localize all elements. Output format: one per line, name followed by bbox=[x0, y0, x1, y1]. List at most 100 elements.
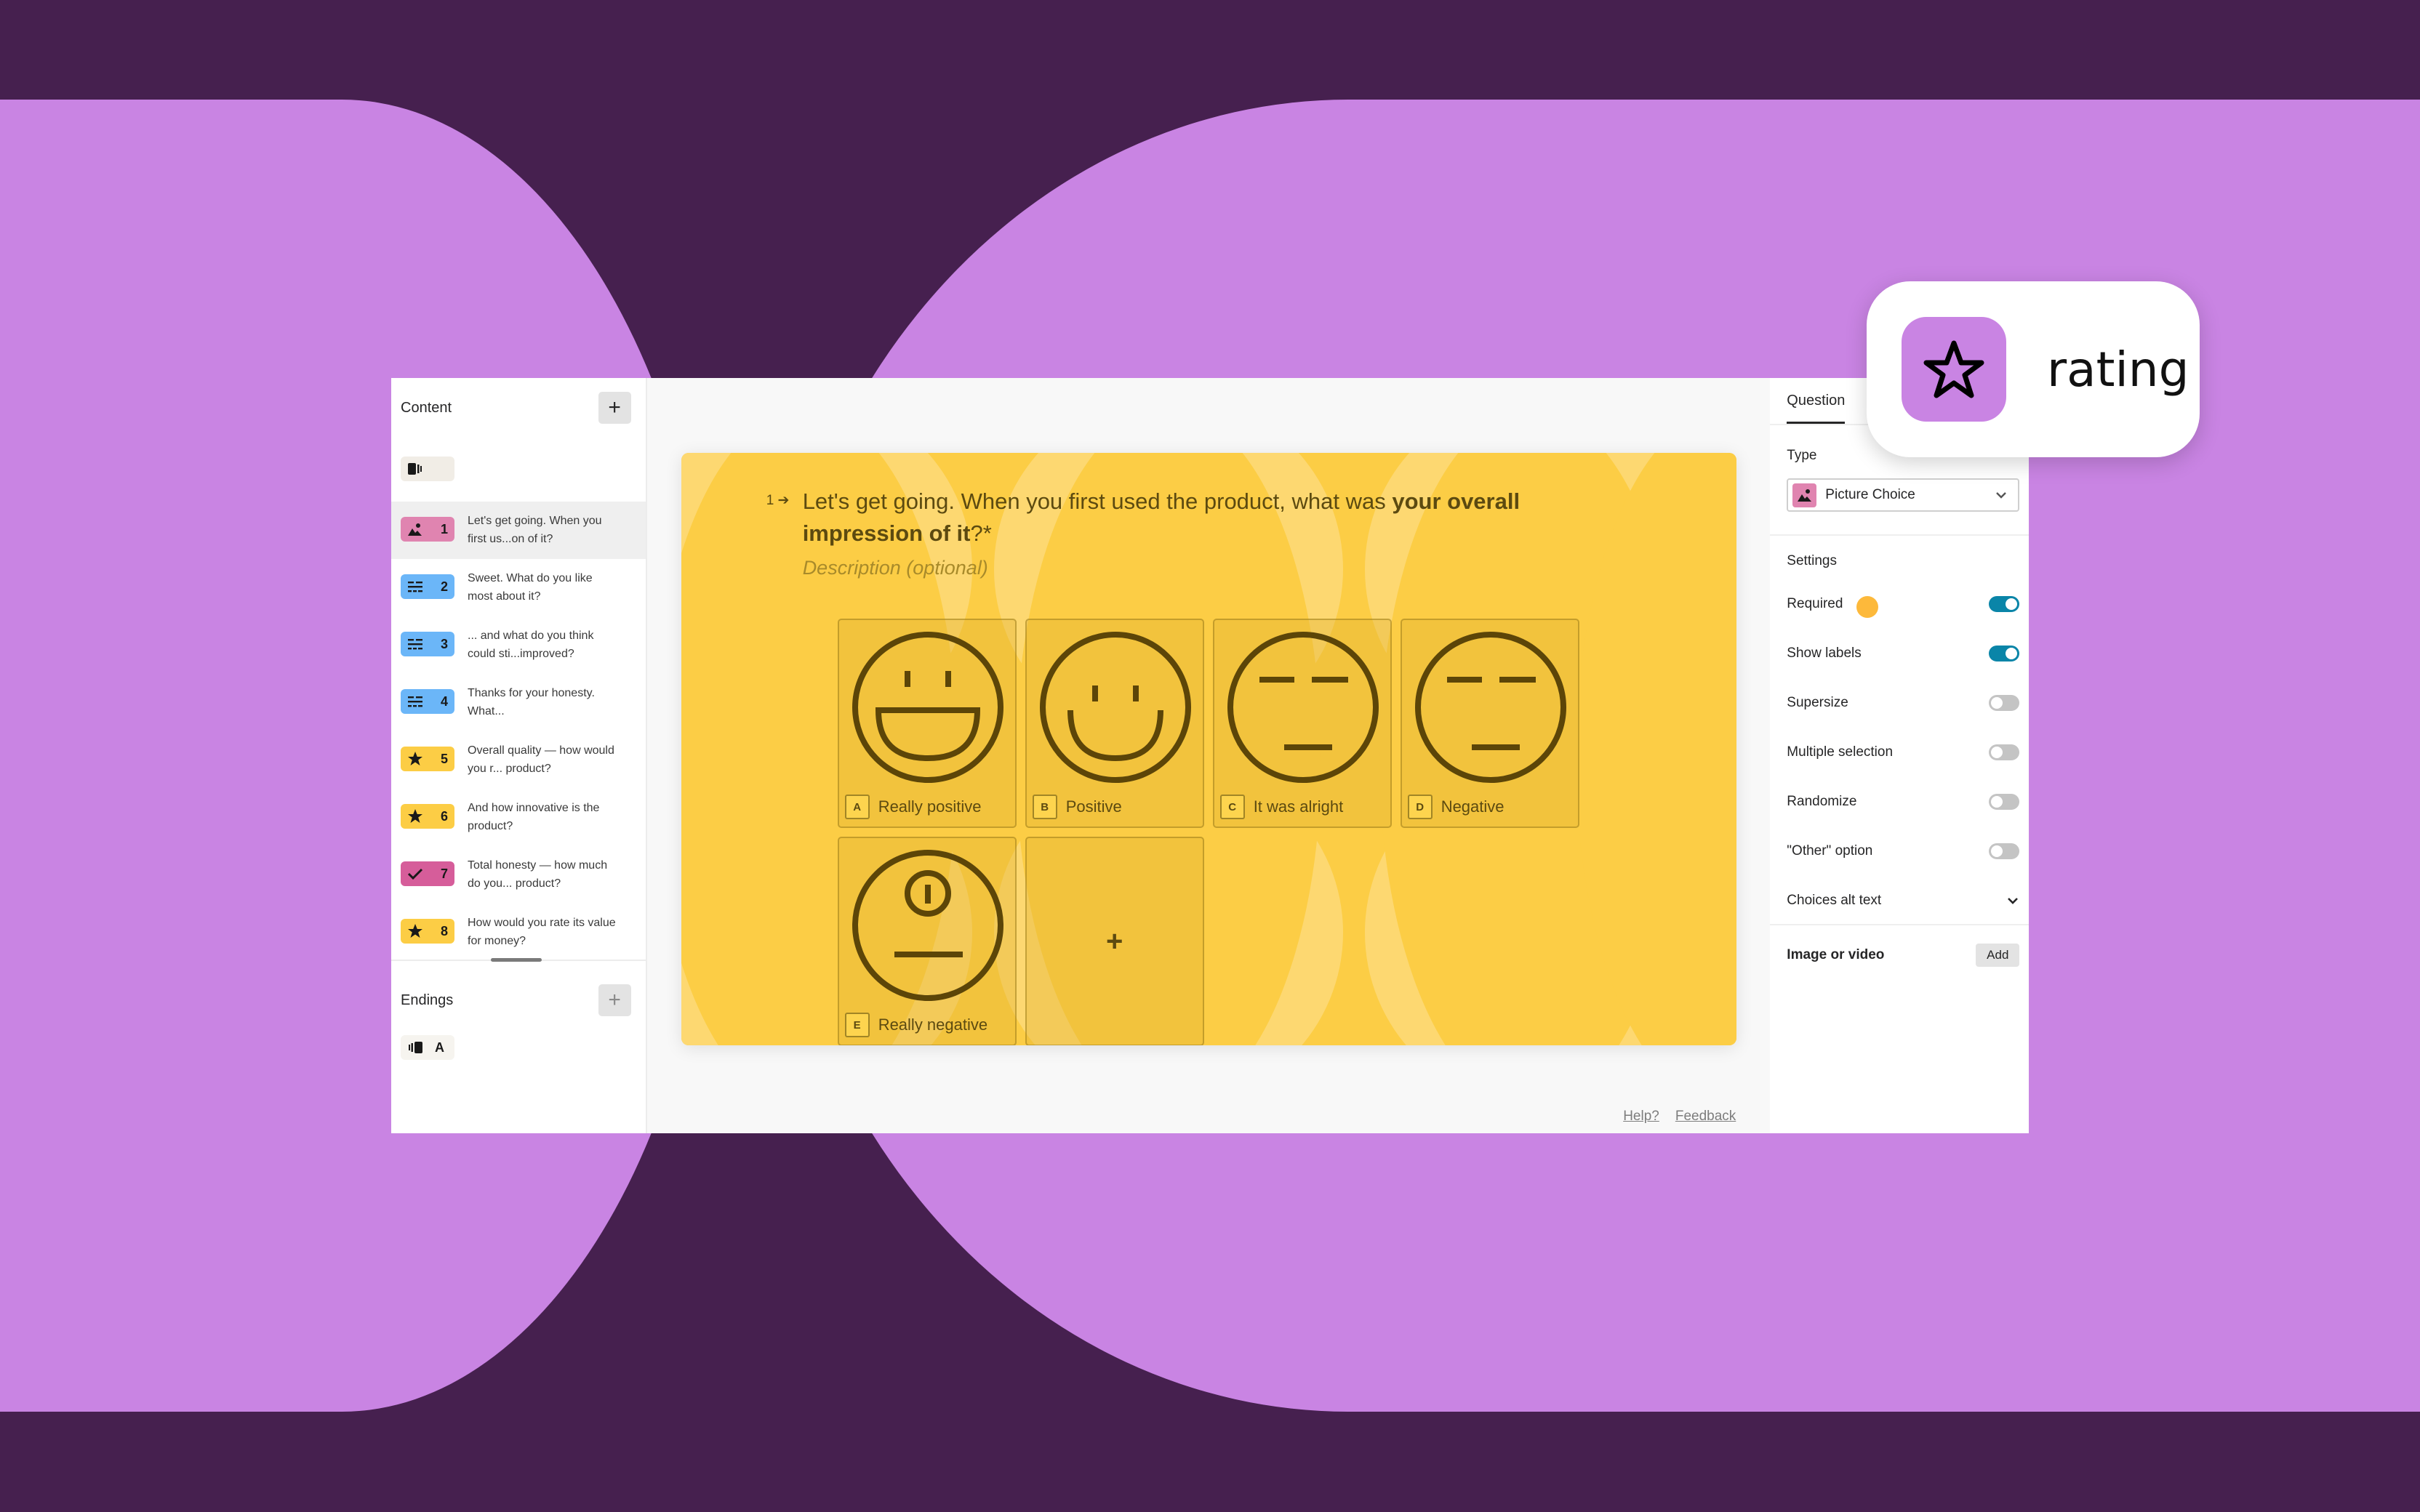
question-number: 7 bbox=[440, 866, 448, 881]
choice-label: C It was alright bbox=[1219, 795, 1344, 819]
long-text-icon bbox=[407, 696, 423, 707]
question-list-item[interactable]: 8 How would you rate its value for money? bbox=[391, 904, 646, 961]
question-title[interactable]: Let's get going. When you first used the… bbox=[803, 486, 1632, 550]
question-settings-panel: Question Type Picture Choice Settings Re… bbox=[1770, 378, 2029, 1133]
picture-choice[interactable]: A Really positive bbox=[837, 619, 1017, 828]
image-or-video-label: Image or video bbox=[1787, 947, 1885, 962]
add-choice-button[interactable]: + bbox=[1025, 837, 1204, 1045]
check-icon bbox=[407, 867, 423, 880]
feedback-link[interactable]: Feedback bbox=[1675, 1109, 1736, 1125]
add-media-button[interactable]: Add bbox=[1976, 944, 2020, 967]
question-summary: Overall quality — how would you r... pro… bbox=[468, 744, 614, 775]
tab-question[interactable]: Question bbox=[1787, 378, 1846, 424]
setting-toggle[interactable] bbox=[1989, 794, 2020, 810]
question-list-item[interactable]: 1 Let's get going. When you first us...on… bbox=[391, 502, 646, 559]
content-sidebar: Content + 1 Let's get going. When you fir… bbox=[391, 378, 647, 1133]
rating-label: rating bbox=[2047, 341, 2189, 398]
choice-label: B Positive bbox=[1032, 795, 1122, 819]
type-label: Type bbox=[1787, 448, 1817, 463]
rating-callout: rating bbox=[1867, 281, 2200, 457]
ending-screen-icon bbox=[409, 1042, 422, 1053]
question-summary: ... and what do you think could sti...im… bbox=[468, 630, 594, 660]
form-builder-window: Content + 1 Let's get going. When you fir… bbox=[391, 378, 2029, 1133]
question-list-item[interactable]: 5 Overall quality — how would you r... pr… bbox=[391, 731, 646, 789]
setting-row: Multiple selection bbox=[1787, 741, 2020, 763]
welcome-screen-icon bbox=[408, 463, 422, 475]
ending-label: A bbox=[435, 1040, 444, 1055]
picture-choice[interactable]: B Positive bbox=[1025, 619, 1204, 828]
setting-row: Required bbox=[1787, 593, 2020, 615]
choice-text[interactable]: It was alright bbox=[1254, 797, 1344, 816]
choice-label: E Really negative bbox=[844, 1013, 987, 1037]
setting-toggle[interactable] bbox=[1989, 596, 2020, 612]
section-divider bbox=[1770, 924, 2029, 925]
help-link[interactable]: Help? bbox=[1623, 1109, 1659, 1125]
question-summary: How would you rate its value for money? bbox=[468, 917, 616, 947]
chevron-down-icon bbox=[1996, 492, 2007, 499]
chevron-down-icon bbox=[2008, 898, 2019, 904]
settings-label: Settings bbox=[1787, 553, 1837, 568]
question-number: 2 bbox=[440, 579, 448, 594]
question-number: 3 bbox=[440, 636, 448, 651]
question-type-badge: 1 bbox=[401, 517, 454, 542]
setting-label: Required bbox=[1787, 596, 1843, 611]
section-divider bbox=[1770, 534, 2029, 536]
welcome-screen-item[interactable] bbox=[401, 457, 454, 481]
star-icon bbox=[407, 808, 423, 824]
add-content-button[interactable]: + bbox=[598, 392, 631, 424]
question-type-badge: 6 bbox=[401, 804, 454, 829]
choice-key: B bbox=[1032, 795, 1057, 819]
question-number: 5 bbox=[440, 751, 448, 766]
choice-key: E bbox=[844, 1013, 870, 1037]
setting-label: Show labels bbox=[1787, 646, 1862, 661]
choice-text[interactable]: Really positive bbox=[878, 797, 982, 816]
picture-choice[interactable]: E Really negative bbox=[837, 837, 1017, 1045]
choice-key: D bbox=[1407, 795, 1433, 819]
star-icon bbox=[407, 751, 423, 767]
ending-item[interactable]: A bbox=[401, 1035, 454, 1060]
question-list-item[interactable]: 2 Sweet. What do you like most about it? bbox=[391, 559, 646, 616]
endings-header: Endings + bbox=[391, 972, 646, 1029]
setting-row: "Other" option bbox=[1787, 840, 2020, 862]
long-text-icon bbox=[407, 638, 423, 650]
question-number: 8 bbox=[440, 923, 448, 938]
setting-toggle[interactable] bbox=[1989, 843, 2020, 859]
positive-face-icon bbox=[1039, 632, 1191, 783]
setting-toggle[interactable] bbox=[1989, 695, 2020, 711]
choices-alt-text-row[interactable]: Choices alt text bbox=[1787, 890, 2019, 912]
setting-label: Supersize bbox=[1787, 695, 1848, 710]
choice-label: A Really positive bbox=[844, 795, 982, 819]
resize-handle[interactable] bbox=[491, 958, 542, 962]
question-summary: Let's get going. When you first us...on … bbox=[468, 515, 602, 545]
question-preview-card[interactable]: 1 ➔ Let's get going. When you first used… bbox=[681, 453, 1736, 1045]
choice-text[interactable]: Positive bbox=[1066, 797, 1122, 816]
picture-choice[interactable]: C It was alright bbox=[1212, 619, 1392, 828]
question-list-item[interactable]: 3 ... and what do you think could sti...i… bbox=[391, 616, 646, 674]
choice-key: A bbox=[844, 795, 870, 819]
description-placeholder[interactable]: Description (optional) bbox=[803, 557, 1632, 579]
footer-links: Help? Feedback bbox=[1623, 1109, 1736, 1125]
setting-toggle[interactable] bbox=[1989, 744, 2020, 760]
add-ending-button[interactable]: + bbox=[598, 984, 631, 1016]
choice-text[interactable]: Really negative bbox=[878, 1016, 987, 1034]
setting-row: Show labels bbox=[1787, 643, 2020, 664]
question-summary: Total honesty — how much do you... produ… bbox=[468, 859, 608, 890]
question-list-item[interactable]: 7 Total honesty — how much do you... prod… bbox=[391, 846, 646, 904]
question-type-badge: 8 bbox=[401, 919, 454, 944]
question-number: 1 ➔ bbox=[766, 493, 790, 508]
choice-text[interactable]: Negative bbox=[1441, 797, 1505, 816]
question-type-select[interactable]: Picture Choice bbox=[1787, 478, 2020, 512]
question-list: 1 Let's get going. When you first us...on… bbox=[391, 502, 646, 961]
really-negative-face-icon bbox=[852, 850, 1003, 1001]
question-list-item[interactable]: 6 And how innovative is the product? bbox=[391, 789, 646, 846]
endings-title: Endings bbox=[401, 992, 454, 1008]
setting-toggle[interactable] bbox=[1989, 646, 2020, 662]
question-summary: And how innovative is the product? bbox=[468, 802, 600, 832]
question-area: 1 ➔ Let's get going. When you first used… bbox=[766, 486, 1632, 579]
picture-choice[interactable]: D Negative bbox=[1400, 619, 1579, 828]
question-summary: Thanks for your honesty. What... bbox=[468, 687, 595, 717]
setting-label: "Other" option bbox=[1787, 843, 1873, 858]
choices-alt-text-label: Choices alt text bbox=[1787, 893, 1882, 908]
question-list-item[interactable]: 4 Thanks for your honesty. What... bbox=[391, 674, 646, 731]
really-positive-face-icon bbox=[852, 632, 1003, 783]
